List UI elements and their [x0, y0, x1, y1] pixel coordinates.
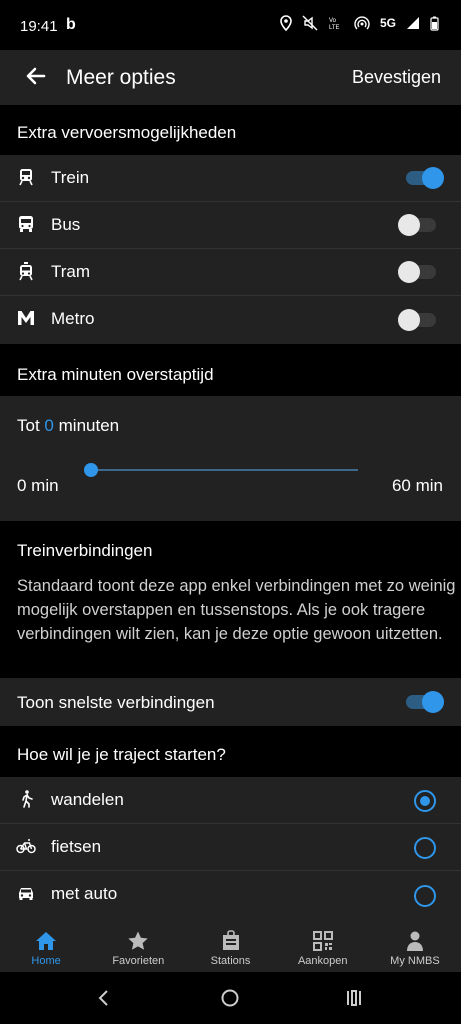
network-type: 5G: [379, 16, 396, 30]
toggle-trein[interactable]: [406, 167, 444, 189]
page-title: Meer opties: [66, 66, 176, 89]
transport-heading-text: Extra vervoersmogelijkheden: [17, 123, 237, 142]
transport-row-tram[interactable]: Tram: [0, 249, 461, 296]
metro-icon: [18, 311, 34, 325]
toggle-tram[interactable]: [398, 261, 436, 283]
transport-label: Tram: [51, 262, 91, 281]
star-icon: [128, 931, 148, 950]
transport-label: Metro: [51, 309, 95, 328]
toggle-metro[interactable]: [398, 309, 436, 331]
system-navigation-bar: [0, 972, 461, 1024]
transport-heading: Extra vervoersmogelijkheden: [0, 105, 461, 155]
connections-heading: Treinverbindingen: [17, 541, 153, 560]
nav-home[interactable]: Home: [0, 920, 92, 972]
toggle-bus[interactable]: [398, 214, 436, 236]
nav-stations[interactable]: Stations: [184, 920, 276, 972]
radio-met-auto[interactable]: [414, 885, 436, 907]
system-back-icon[interactable]: [96, 989, 112, 1007]
transfer-value: 0: [44, 416, 54, 435]
walk-icon: [22, 790, 33, 808]
person-icon: [406, 931, 423, 951]
start-option-met-auto[interactable]: met auto: [0, 871, 461, 920]
train-icon: [19, 169, 33, 186]
battery-icon: [430, 16, 439, 31]
transfer-heading-text: Extra minuten overstaptijd: [17, 365, 214, 384]
radio-fietsen[interactable]: [414, 837, 436, 859]
home-icon: [36, 932, 57, 950]
system-home-icon[interactable]: [220, 988, 240, 1008]
start-option-label: met auto: [51, 884, 118, 903]
transfer-heading: Extra minuten overstaptijd: [0, 344, 461, 396]
nav-favorieten[interactable]: Favorieten: [92, 920, 184, 972]
car-icon: [19, 888, 33, 900]
svg-text:LTE: LTE: [329, 25, 340, 31]
location-icon: [280, 15, 292, 31]
status-time: 19:41: [20, 18, 58, 35]
start-option-wandelen[interactable]: wandelen: [0, 777, 461, 824]
status-bar: 19:41 b Vo LTE 5G: [0, 0, 461, 50]
nav-label: Home: [31, 955, 61, 967]
station-icon: [222, 930, 239, 950]
transfer-value-line: Tot 0 minuten: [17, 416, 119, 436]
slider-thumb[interactable]: [84, 463, 98, 477]
radio-wandelen[interactable]: [414, 790, 436, 812]
app-bar: Meer opties Bevestigen: [0, 50, 461, 105]
toggle-fastest-connections[interactable]: [406, 691, 444, 713]
mute-icon: [302, 15, 318, 31]
signal-icon: [407, 17, 419, 29]
tram-icon: [19, 262, 33, 281]
transport-label: Bus: [51, 215, 81, 234]
nav-label: Favorieten: [112, 955, 165, 967]
transport-row-trein[interactable]: Trein: [0, 155, 461, 202]
start-option-label: wandelen: [51, 790, 124, 809]
slider-min-label: 0 min: [17, 476, 59, 495]
qr-icon: [312, 931, 333, 951]
transfer-slider[interactable]: [84, 463, 358, 477]
start-heading: Hoe wil je je traject starten?: [0, 726, 461, 777]
system-recents-icon[interactable]: [344, 989, 364, 1007]
nav-my-nmbs[interactable]: My NMBS: [369, 920, 461, 972]
slider-max-label: 60 min: [391, 476, 443, 495]
start-heading-text: Hoe wil je je traject starten?: [17, 745, 226, 764]
volte-icon: VoLTE: [329, 18, 340, 31]
transport-label: Trein: [51, 168, 90, 187]
hotspot-icon: [354, 16, 370, 30]
back-arrow-icon[interactable]: [24, 64, 48, 88]
connections-info: Treinverbindingen Standaard toont deze a…: [0, 521, 461, 678]
nav-label: My NMBS: [390, 955, 440, 967]
start-option-fietsen[interactable]: fietsen: [0, 824, 461, 871]
bing-icon: b: [66, 16, 76, 33]
connections-description: Standaard toont deze app enkel verbindin…: [17, 577, 456, 643]
bus-icon: [19, 216, 33, 232]
transfer-prefix: Tot: [17, 416, 40, 435]
bottom-navigation: Home Favorieten Stations Aankopen My NMB…: [0, 920, 461, 972]
transfer-suffix: minuten: [58, 416, 120, 435]
nav-label: Aankopen: [297, 955, 348, 967]
fastest-connections-label: Toon snelste verbindingen: [17, 693, 215, 712]
nav-aankopen[interactable]: Aankopen: [277, 920, 369, 972]
start-option-label: fietsen: [51, 837, 102, 856]
confirm-button[interactable]: Bevestigen: [352, 67, 441, 88]
nav-label: Stations: [210, 955, 251, 967]
status-icons: Vo LTE 5G: [280, 15, 439, 31]
svg-text:Vo: Vo: [329, 18, 337, 24]
fastest-connections-row[interactable]: Toon snelste verbindingen: [0, 678, 461, 726]
transport-row-metro[interactable]: Metro: [0, 296, 461, 344]
transfer-panel: Tot 0 minuten 0 min 60 min: [0, 396, 461, 521]
transport-row-bus[interactable]: Bus: [0, 202, 461, 249]
bike-icon: [16, 839, 36, 854]
